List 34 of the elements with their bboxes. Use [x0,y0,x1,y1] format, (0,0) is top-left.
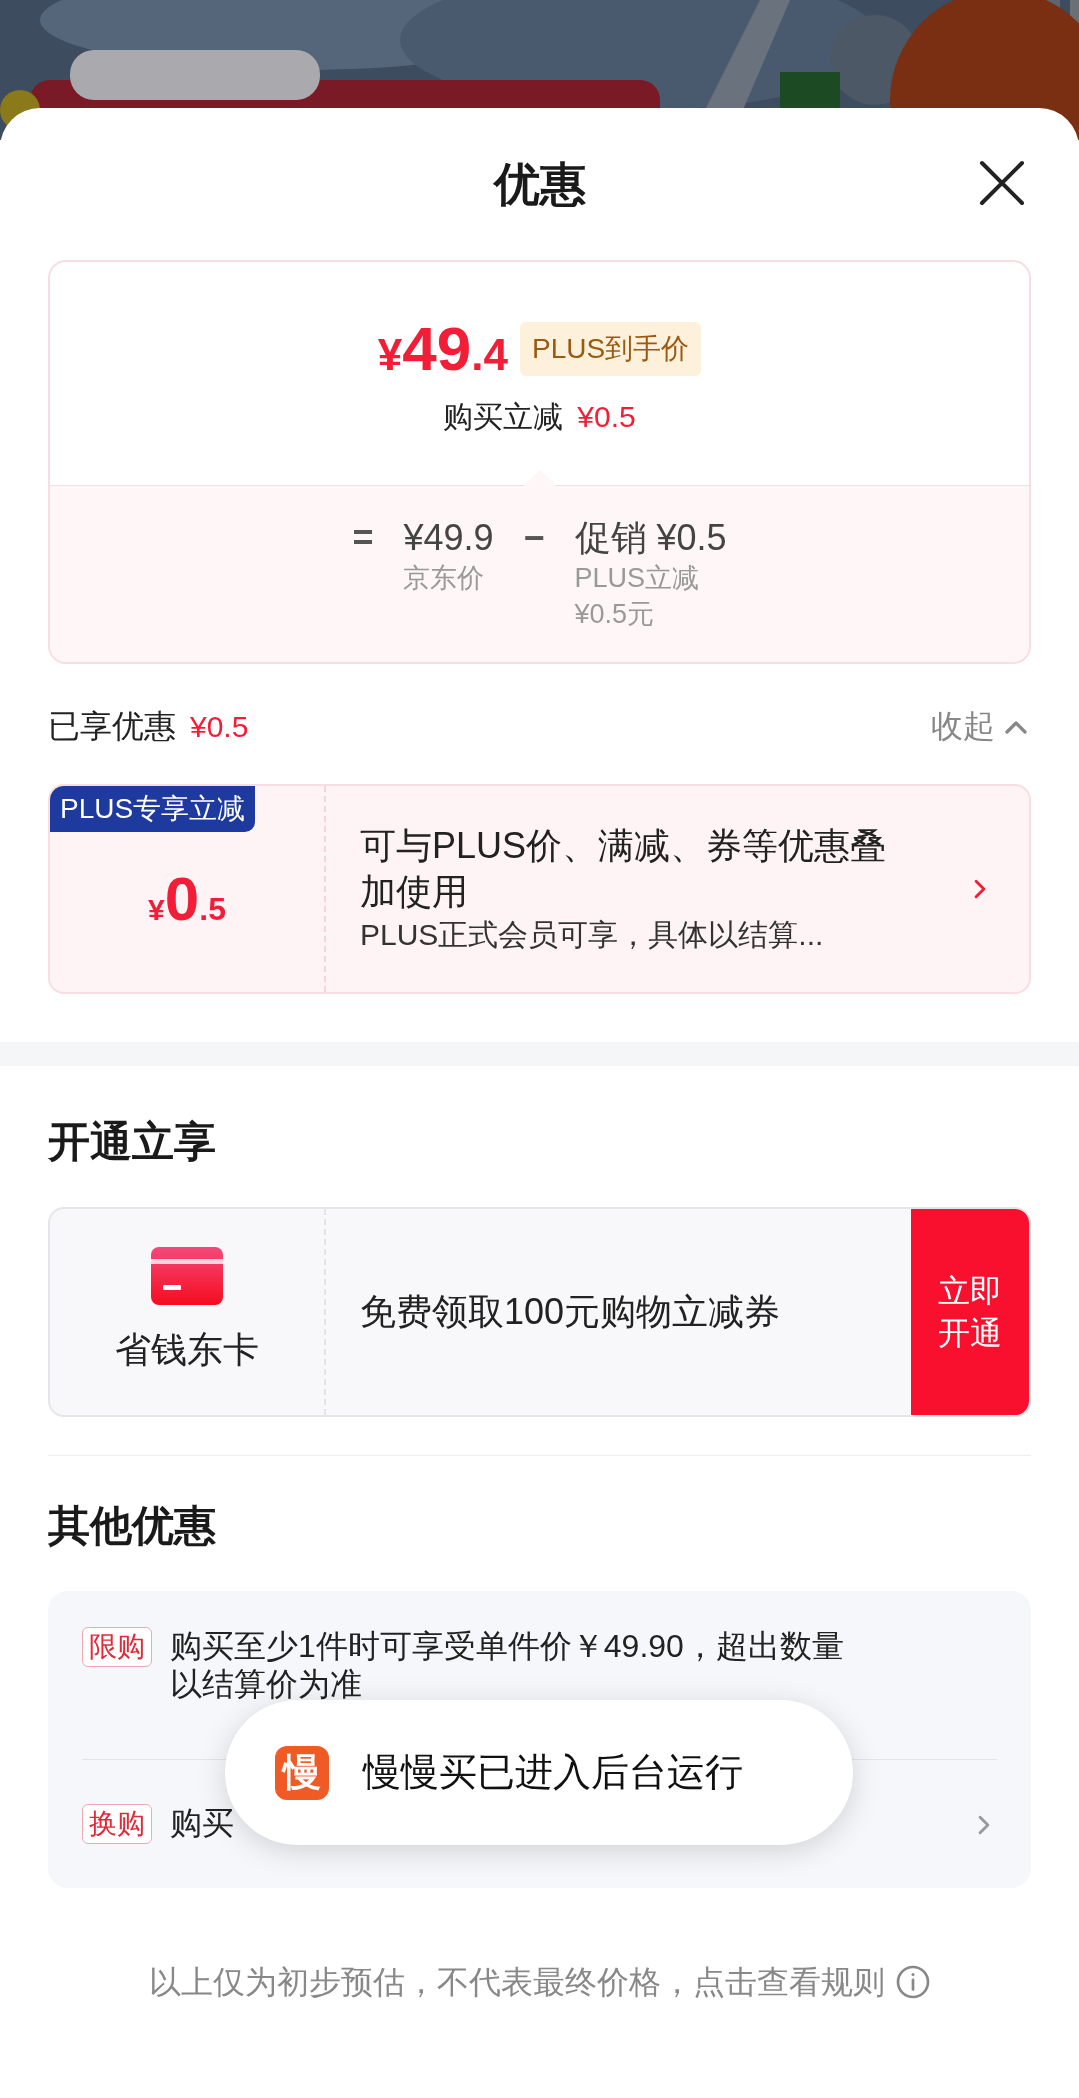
app-icon: 慢 [275,1745,329,1800]
toast-message: 慢慢买已进入后台运行 [363,1750,743,1795]
collapse-toggle[interactable]: 收起 [931,702,1031,750]
operator-sign: − [523,516,545,560]
offer-description: 购买 [170,1804,234,1842]
offer-description: 购买至少1件时可享受单件价￥49.90，超出数量以结算价为准 [170,1627,845,1703]
card-icon [151,1247,223,1305]
coupon-tag: PLUS专享立减 [50,786,256,832]
sheet-title: 优惠 [493,156,586,212]
offer-tag: 换购 [82,1804,152,1844]
price-tag: PLUS到手价 [520,322,702,376]
footer-note: 以上仅为初步预估，不代表最终价格，点击查看规则 [148,1963,885,2002]
enjoyed-value: ¥0.5 [190,708,249,745]
section-heading: 其他优惠 [48,1501,217,1551]
coupon-title: 可与PLUS价、满减、券等优惠叠加使用 [360,824,888,914]
breakdown-note: ¥0.5元 [574,598,656,631]
coupon-note: PLUS正式会员可享，具体以结算... [360,917,825,953]
saving-value: ¥0.5 [577,399,636,435]
breakdown-value: 促销 ¥0.5 [574,516,727,560]
offer-text: 免费领取100元购物立减券 [360,1290,781,1334]
info-icon[interactable] [894,1964,931,2000]
breakdown-note: 京东价 [403,562,486,595]
offer-tag: 限购 [82,1627,152,1667]
breakdown-note: PLUS立减 [574,562,701,595]
operator-sign: = [352,516,374,560]
enjoyed-label: 已享优惠 [48,707,176,746]
final-price: ¥49.4 [377,318,508,380]
coupon-amount: ¥0.5 [148,868,226,930]
activate-button[interactable]: 立即开通 [911,1209,1029,1415]
card-name: 省钱东卡 [115,1328,259,1372]
saving-label: 购买立减 [443,399,564,435]
section-heading: 开通立享 [48,1117,217,1167]
breakdown-value: ¥49.9 [403,516,494,560]
coupon-card[interactable]: PLUS专享立减 ¥0.5 可与PLUS价、满减、券等优惠叠加使用 PLUS正式会员可享，具体以结算... [48,784,1031,994]
